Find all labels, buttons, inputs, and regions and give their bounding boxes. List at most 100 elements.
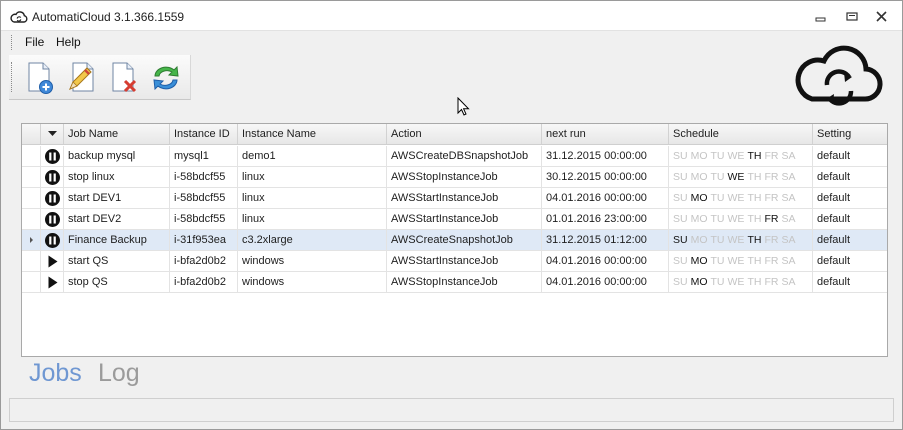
schedule-day-fr: FR (764, 192, 779, 204)
header-setting[interactable]: Setting (813, 124, 887, 144)
cell-schedule: SU MO TU WE TH FR SA (669, 230, 813, 250)
schedule-day-su: SU (673, 234, 688, 246)
cell-action: AWSStopInstanceJob (387, 272, 542, 292)
schedule-day-fr: FR (764, 255, 779, 267)
pause-icon[interactable] (44, 190, 61, 206)
header-schedule[interactable]: Schedule (669, 124, 813, 144)
cell-next-run: 31.12.2015 00:00:00 (542, 146, 669, 166)
status-cell[interactable] (41, 230, 64, 250)
cell-setting: default (817, 255, 851, 267)
pause-icon[interactable] (44, 211, 61, 227)
cell-instance-id: i-58bdcf55 (170, 167, 238, 187)
pause-icon[interactable] (44, 148, 61, 164)
status-cell[interactable] (41, 272, 64, 292)
header-next-run[interactable]: next run (542, 124, 669, 144)
row-indicator[interactable] (22, 188, 41, 208)
cell-instance-id: mysql1 (170, 146, 238, 166)
cell-action: AWSStopInstanceJob (387, 167, 542, 187)
schedule-day-tu: TU (710, 234, 725, 246)
play-icon[interactable] (44, 276, 61, 289)
schedule-day-sa: SA (781, 171, 796, 183)
close-button[interactable] (872, 8, 892, 26)
cell-instance-name: windows (238, 272, 387, 292)
row-indicator[interactable] (22, 146, 41, 166)
delete-document-icon[interactable] (108, 61, 142, 95)
schedule-day-su: SU (673, 213, 688, 225)
cell-schedule: SU MO TU WE TH FR SA (669, 167, 813, 187)
table-row[interactable]: stop QS i-bfa2d0b2 windows AWSStopInstanceJ… (22, 272, 887, 293)
table-row[interactable]: start QS i-bfa2d0b2 windows AWSStartInstanc… (22, 251, 887, 272)
schedule-day-fr: FR (764, 276, 779, 288)
cell-job-name: Finance Backup (64, 230, 170, 250)
cell-instance-id: i-58bdcf55 (170, 188, 238, 208)
cell-setting: default (817, 150, 851, 162)
cell-job-name: backup mysql (64, 146, 170, 166)
cell-instance-name: linux (238, 188, 387, 208)
refresh-icon[interactable] (149, 61, 183, 95)
cell-action: AWSStartInstanceJob (387, 209, 542, 229)
pause-icon[interactable] (44, 169, 61, 185)
pause-icon[interactable] (44, 232, 61, 248)
schedule-day-th: TH (747, 192, 762, 204)
edit-document-icon[interactable] (66, 61, 100, 95)
status-cell[interactable] (41, 251, 64, 271)
cell-schedule: SU MO TU WE TH FR SA (669, 209, 813, 229)
cell-action: AWSCreateSnapshotJob (387, 230, 542, 250)
row-indicator[interactable] (22, 251, 41, 271)
cell-setting: default (817, 192, 851, 204)
menu-grip (11, 35, 14, 50)
minimize-button[interactable] (811, 8, 831, 26)
cell-instance-id: i-bfa2d0b2 (170, 272, 238, 292)
tab-log[interactable]: Log (98, 359, 140, 388)
header-action[interactable]: Action (387, 124, 542, 144)
header-job-name[interactable]: Job Name (64, 124, 170, 144)
schedule-day-mo: MO (690, 213, 708, 225)
schedule-day-mo: MO (690, 171, 708, 183)
schedule-day-fr: FR (764, 213, 779, 225)
grid-header: Job Name Instance ID Instance Name Actio… (22, 124, 887, 145)
schedule-day-tu: TU (710, 171, 725, 183)
cell-instance-name: linux (238, 167, 387, 187)
row-indicator[interactable] (22, 230, 41, 250)
cell-next-run: 31.12.2015 01:12:00 (542, 230, 669, 250)
schedule-day-fr: FR (764, 150, 779, 162)
schedule-day-th: TH (747, 171, 762, 183)
header-instance-id[interactable]: Instance ID (170, 124, 238, 144)
header-instance-name[interactable]: Instance Name (238, 124, 387, 144)
schedule-day-mo: MO (690, 234, 708, 246)
schedule-day-su: SU (673, 255, 688, 267)
header-filter-dropdown[interactable] (41, 124, 64, 144)
jobs-grid[interactable]: Job Name Instance ID Instance Name Actio… (21, 123, 888, 357)
table-row[interactable]: backup mysql mysql1 demo1 AWSCreateDBSnapsh… (22, 146, 887, 167)
status-cell[interactable] (41, 167, 64, 187)
table-row[interactable]: start DEV2 i-58bdcf55 linux AWSStartInstanc… (22, 209, 887, 230)
menu-bar: File Help (9, 31, 894, 53)
schedule-day-th: TH (747, 276, 762, 288)
play-icon[interactable] (44, 255, 61, 268)
schedule-day-su: SU (673, 276, 688, 288)
table-row[interactable]: stop linux i-58bdcf55 linux AWSStopInstance… (22, 167, 887, 188)
menu-file[interactable]: File (25, 35, 44, 49)
row-indicator[interactable] (22, 209, 41, 229)
cell-instance-id: i-31f953ea (170, 230, 238, 250)
table-row[interactable]: Finance Backup i-31f953ea c3.2xlarge AWSCre… (22, 230, 887, 251)
automaticloud-logo-icon (794, 41, 884, 107)
row-indicator[interactable] (22, 167, 41, 187)
row-indicator[interactable] (22, 272, 41, 292)
status-cell[interactable] (41, 146, 64, 166)
tab-jobs[interactable]: Jobs (29, 359, 82, 388)
status-cell[interactable] (41, 188, 64, 208)
schedule-day-we: WE (727, 171, 745, 183)
table-row[interactable]: start DEV1 i-58bdcf55 linux AWSStartInstanc… (22, 188, 887, 209)
new-document-icon[interactable] (24, 61, 58, 95)
app-cloud-icon (10, 10, 28, 24)
cell-next-run: 01.01.2016 23:00:00 (542, 209, 669, 229)
schedule-day-sa: SA (781, 234, 796, 246)
cell-action: AWSStartInstanceJob (387, 188, 542, 208)
restore-button[interactable] (842, 8, 862, 26)
current-row-arrow-icon (22, 237, 40, 250)
schedule-day-sa: SA (781, 150, 796, 162)
status-cell[interactable] (41, 209, 64, 229)
cell-action: AWSCreateDBSnapshotJob (387, 146, 542, 166)
menu-help[interactable]: Help (56, 35, 81, 49)
